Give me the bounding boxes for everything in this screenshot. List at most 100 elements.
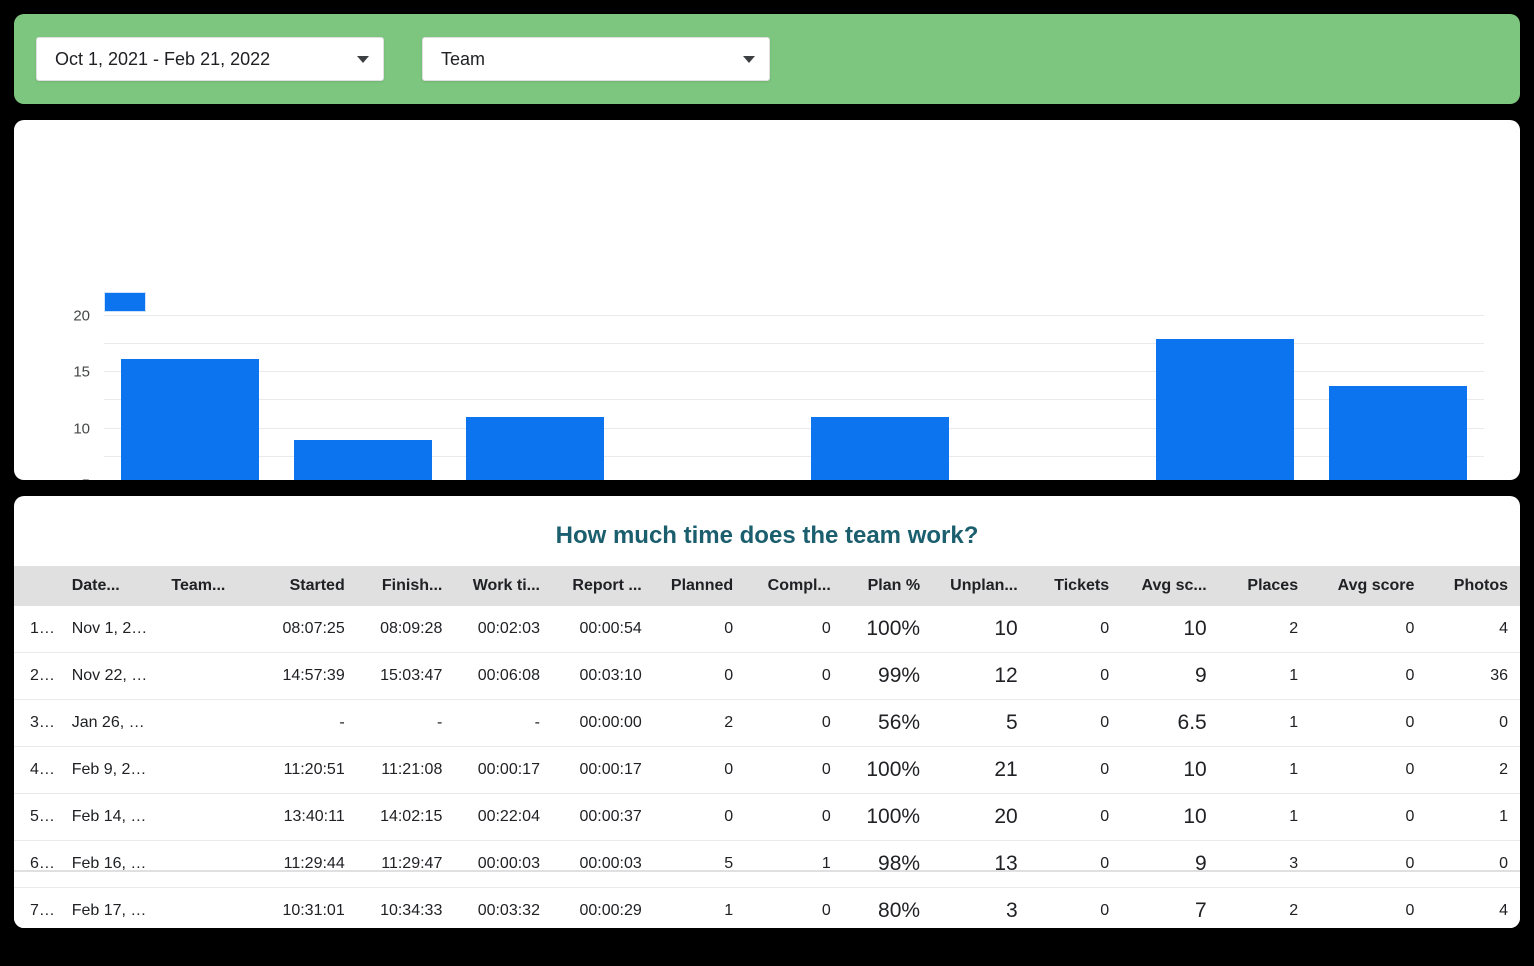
table-row[interactable]: 1... Nov 1, 20... 08:07:25 08:09:28 00:02:03…	[14, 606, 1520, 653]
y-axis-tick-label: 10	[73, 420, 90, 437]
table-cell: 0	[745, 793, 843, 841]
table-cell: 100%	[842, 746, 933, 794]
table-cell: 00:00:17	[551, 746, 654, 794]
table-column-header[interactable]: Planned	[653, 566, 746, 606]
table-cell: 00:00:03	[551, 840, 654, 888]
table-cell	[159, 606, 258, 653]
table-cell: 10	[1121, 793, 1219, 841]
table-row[interactable]: 4... Feb 9, 20... 11:20:51 11:21:08 00:00:17…	[14, 746, 1520, 794]
table-cell: 0	[1029, 840, 1122, 888]
table-cell: 1	[1218, 793, 1311, 841]
table-row[interactable]: 2... Nov 22, 2... 14:57:39 15:03:47 00:06:08…	[14, 652, 1520, 700]
chart-bar[interactable]	[1156, 338, 1295, 480]
table-column-header[interactable]: Finish...	[356, 566, 455, 606]
table-cell: Jan 26, 2...	[59, 699, 160, 747]
table-cell: Nov 22, 2...	[59, 652, 160, 700]
table-cell: 4	[1426, 606, 1520, 653]
table-cell: 13:40:11	[257, 793, 357, 841]
table-cell: 00:00:00	[551, 699, 654, 747]
table-cell: 14:02:15	[356, 793, 455, 841]
bar-slot	[1312, 316, 1485, 480]
table-row[interactable]: 6... Feb 16, 2... 11:29:44 11:29:47 00:00:03…	[14, 840, 1520, 888]
table-cell: Feb 14, 2...	[59, 793, 160, 841]
table-cell: 3	[1218, 840, 1311, 888]
table-cell: 5	[653, 840, 746, 888]
data-table-card: How much time does the team work? Date..…	[14, 496, 1520, 928]
table-column-header[interactable]: Avg sc...	[1121, 566, 1219, 606]
table-cell: 9	[1121, 652, 1219, 700]
table-cell: 2	[653, 699, 746, 747]
chart-bar[interactable]	[121, 358, 260, 480]
dashboard-page: Oct 1, 2021 - Feb 21, 2022 Team 05101520…	[0, 0, 1534, 966]
date-range-dropdown[interactable]: Oct 1, 2021 - Feb 21, 2022	[36, 37, 384, 81]
table-column-header[interactable]: Date...	[59, 566, 160, 606]
table-column-header[interactable]: Plan %	[842, 566, 933, 606]
table-row[interactable]: 7... Feb 17, 2... 10:31:01 10:34:33 00:03:32…	[14, 887, 1520, 928]
chart-bar[interactable]	[811, 417, 950, 480]
table-cell: 14:57:39	[257, 652, 357, 700]
table-cell: 0	[1029, 606, 1122, 653]
chart-bars	[104, 316, 1484, 480]
table-cell: 98%	[842, 840, 933, 888]
table-cell: 2...	[14, 652, 60, 700]
bar-slot	[449, 316, 622, 480]
table-column-header[interactable]: Report ...	[551, 566, 654, 606]
chart-bar[interactable]	[1328, 385, 1467, 480]
table-column-header[interactable]: Team...	[159, 566, 258, 606]
table-cell: 1	[1218, 746, 1311, 794]
table-cell: 36	[1426, 652, 1520, 700]
table-cell: 0	[1310, 699, 1427, 747]
table-cell: 20	[932, 793, 1030, 841]
table-cell: 4...	[14, 746, 60, 794]
table-cell: 0	[745, 699, 843, 747]
table-cell: 0	[653, 652, 746, 700]
table-cell	[159, 840, 258, 888]
chart-bar[interactable]	[293, 439, 432, 480]
table-column-header[interactable]: Work ti...	[454, 566, 552, 606]
team-label: Team	[441, 48, 486, 69]
table-column-header[interactable]: Started	[257, 566, 357, 606]
table-column-header[interactable]: Photos	[1426, 566, 1520, 606]
table-cell: 0	[1029, 793, 1122, 841]
table-column-header[interactable]: Places	[1218, 566, 1311, 606]
table-cell: Feb 17, 2...	[59, 887, 160, 928]
table-cell: 2	[1426, 746, 1520, 794]
table-column-header[interactable]: Compl...	[745, 566, 843, 606]
table-bottom-divider	[14, 870, 1520, 872]
table-cell: 13	[932, 840, 1030, 888]
table-cell: 11:29:47	[356, 840, 455, 888]
table-cell: 00:00:17	[454, 746, 552, 794]
table-column-header[interactable]: Avg score	[1310, 566, 1427, 606]
table-row[interactable]: 3... Jan 26, 2... - - -00:00:00 2 0 56% 5 0 6.5 1 0 0	[14, 699, 1520, 747]
table-cell: 10	[932, 606, 1030, 653]
table-cell: 00:00:29	[551, 887, 654, 928]
table-cell: 10:31:01	[257, 887, 357, 928]
table-cell: 99%	[842, 652, 933, 700]
table-cell: 0	[1310, 840, 1427, 888]
table-cell: Feb 9, 20...	[59, 746, 160, 794]
table-cell: 0	[745, 746, 843, 794]
bar-slot	[794, 316, 967, 480]
table-cell	[159, 652, 258, 700]
table-cell: Nov 1, 20...	[59, 606, 160, 653]
table-column-header[interactable]	[14, 566, 60, 606]
table-cell: 0	[1426, 840, 1520, 888]
table-header-row: Date... Team... Started Finish... Work ti...…	[14, 566, 1520, 606]
table-cell: 3	[932, 887, 1030, 928]
table-cell: 00:00:37	[551, 793, 654, 841]
table-cell: 2	[1218, 606, 1311, 653]
table-column-header[interactable]: Unplan...	[932, 566, 1030, 606]
table-row[interactable]: 5... Feb 14, 2... 13:40:11 14:02:15 00:22:04…	[14, 793, 1520, 841]
chart-legend-swatch[interactable]	[104, 292, 146, 312]
chart-bar[interactable]	[466, 417, 605, 480]
table-header: Date... Team... Started Finish... Work ti...…	[14, 566, 1520, 606]
table-cell: 00:00:54	[551, 606, 654, 653]
chart-plot-area: 05101520	[73, 308, 1484, 480]
table-cell: 6.5	[1121, 699, 1219, 747]
table-cell: 1	[653, 887, 746, 928]
team-dropdown[interactable]: Team	[422, 37, 770, 81]
table-column-header[interactable]: Tickets	[1029, 566, 1122, 606]
table-cell	[159, 793, 258, 841]
table-cell: -	[454, 699, 552, 747]
table-cell: 21	[932, 746, 1030, 794]
